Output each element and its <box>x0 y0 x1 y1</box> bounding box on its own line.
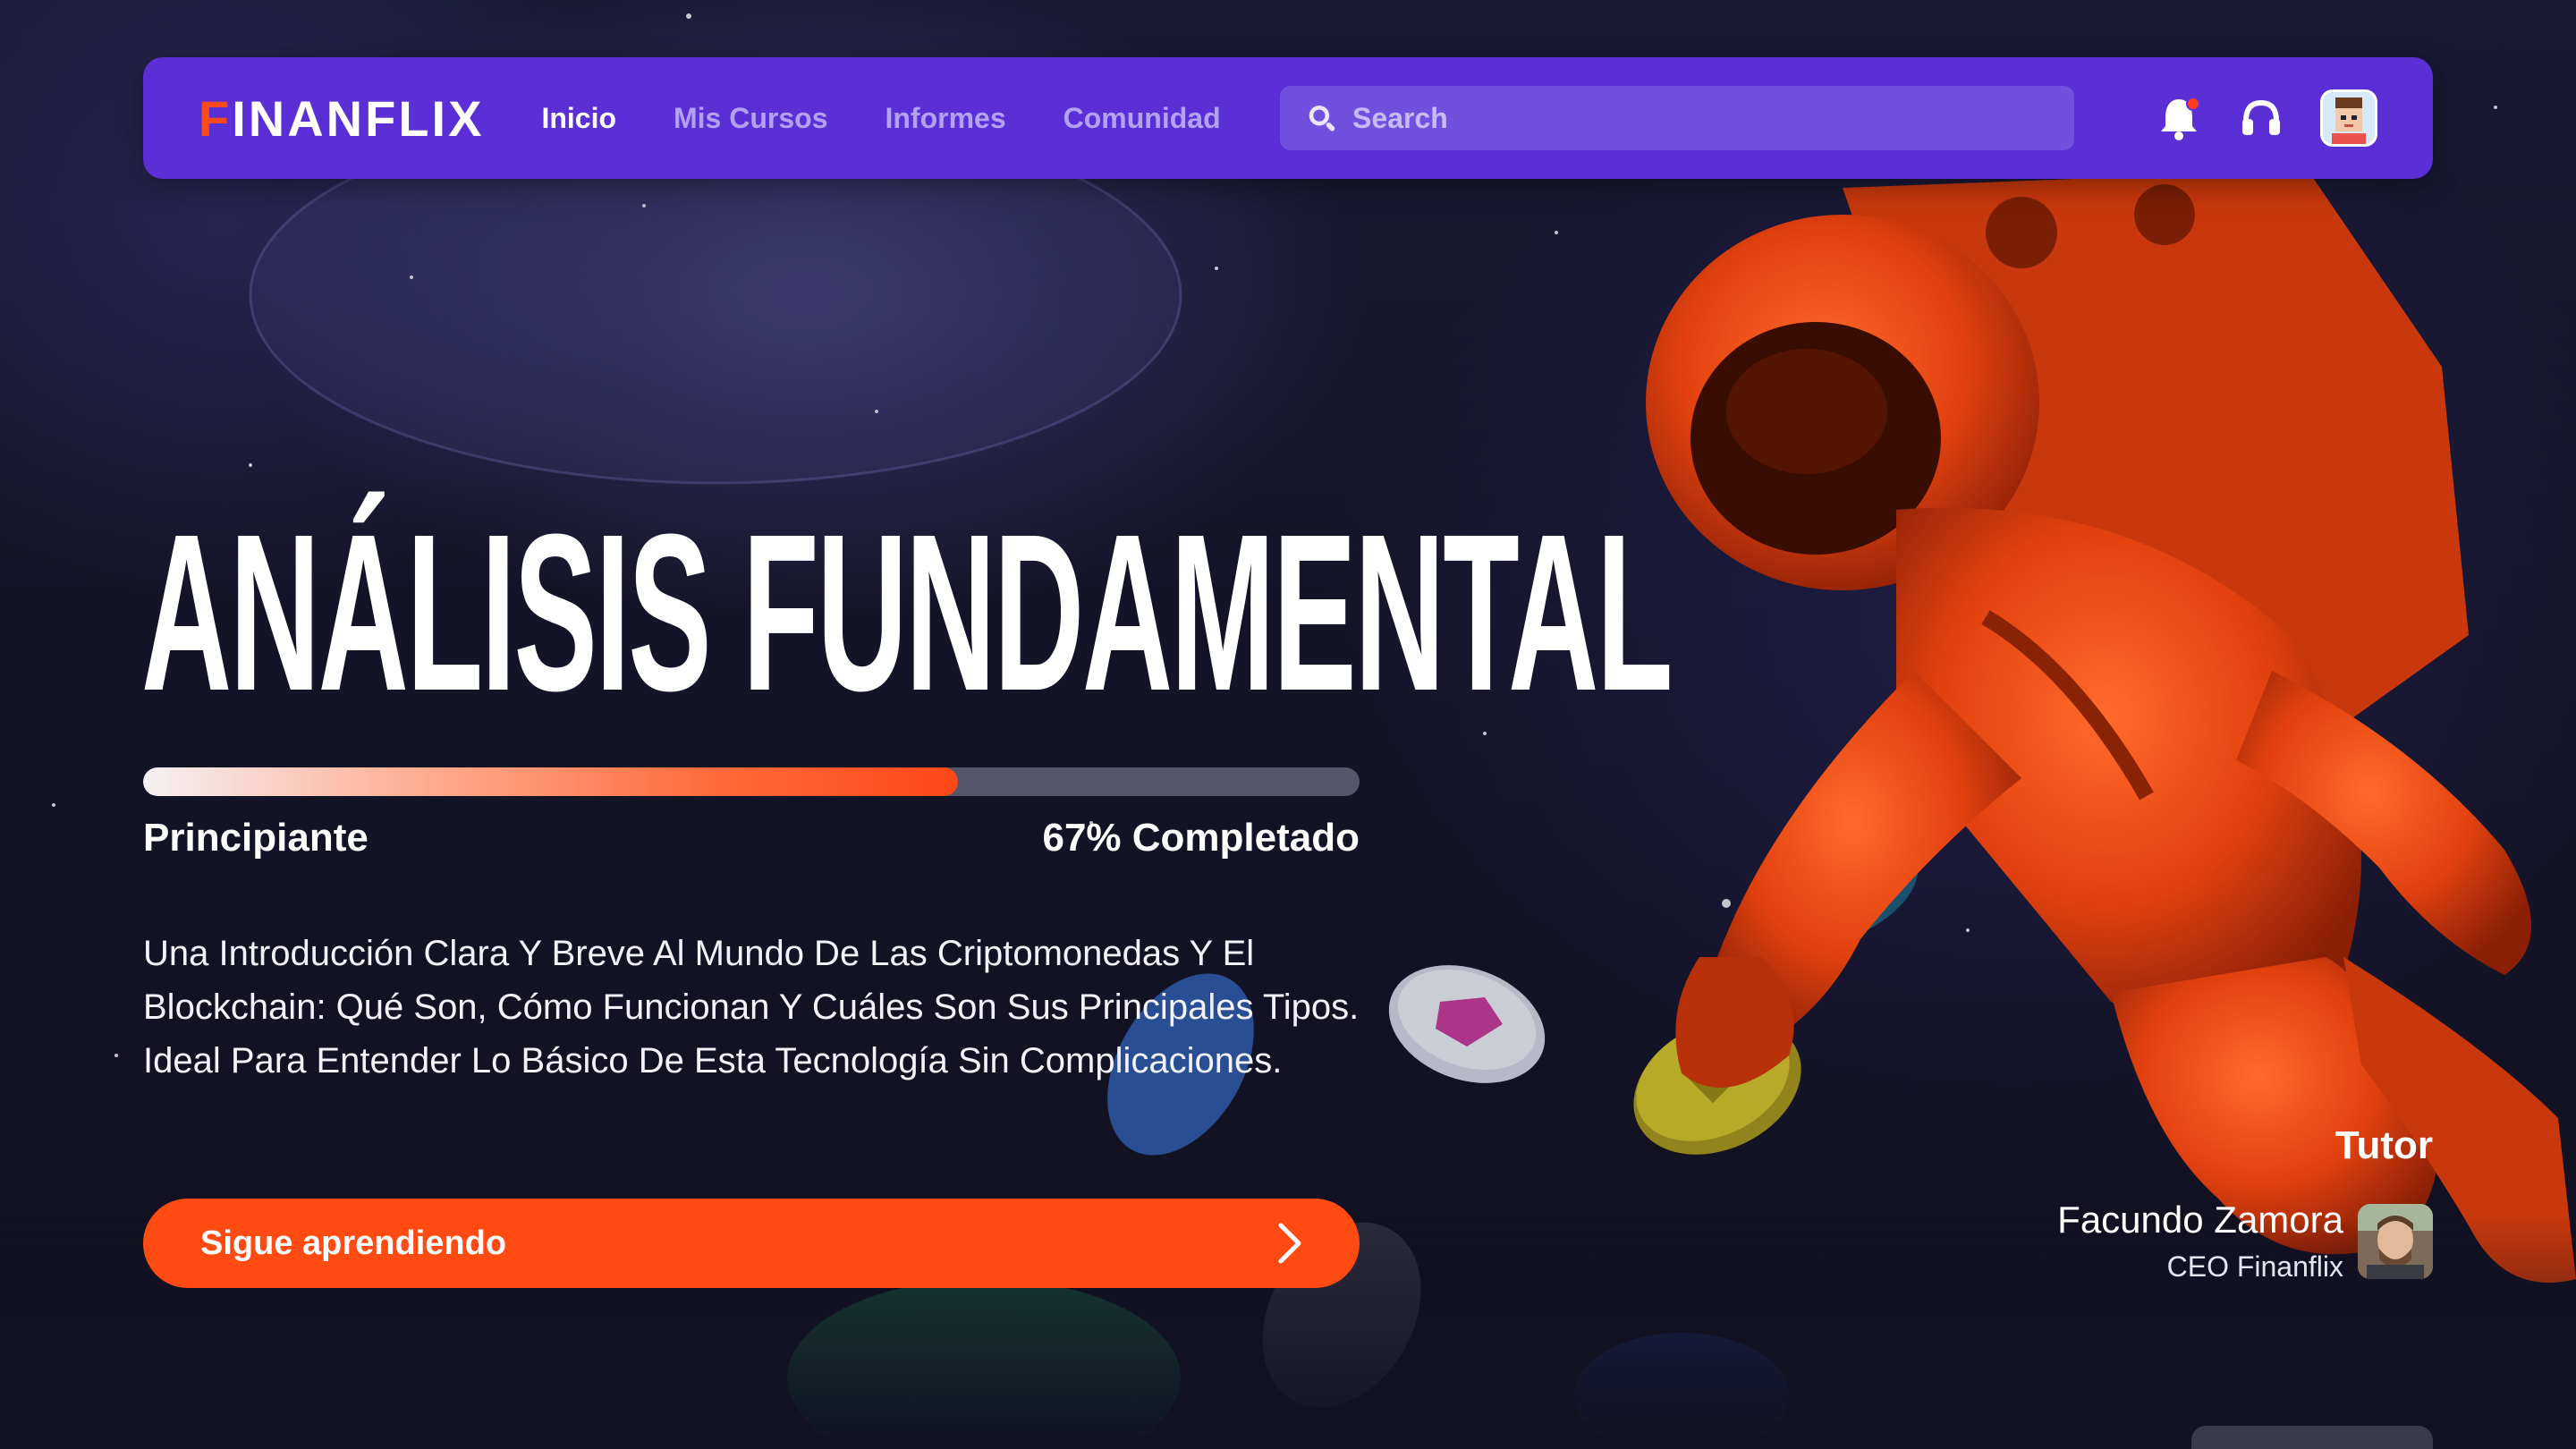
course-progress-label: 67% Completado <box>1042 816 1360 860</box>
nav-item-informes[interactable]: Informes <box>885 102 1005 135</box>
logo-f-letter: F <box>199 89 233 147</box>
chevron-right-icon <box>1278 1223 1301 1264</box>
nav-links: Inicio Mis Cursos Informes Comunidad <box>541 102 1220 135</box>
course-title: ANÁLISIS FUNDAMENTAL <box>141 487 1674 737</box>
tutor-photo <box>2358 1203 2433 1279</box>
search-icon <box>1309 105 1335 131</box>
search-input[interactable] <box>1352 101 2049 135</box>
nav-actions <box>2156 89 2377 147</box>
headset-icon <box>2242 99 2280 135</box>
course-progress-fill <box>143 767 959 796</box>
nav-item-mis-cursos[interactable]: Mis Cursos <box>674 102 827 135</box>
course-progress-bar <box>143 767 1360 796</box>
tutor-avatar <box>2358 1203 2433 1279</box>
tutor-card[interactable]: Facundo Zamora CEO Finanflix <box>2057 1199 2433 1284</box>
continue-learning-label: Sigue aprendiendo <box>200 1224 507 1262</box>
support-button[interactable] <box>2238 95 2284 141</box>
notification-dot <box>2186 97 2200 111</box>
continue-learning-button[interactable]: Sigue aprendiendo <box>143 1199 1360 1288</box>
nav-item-comunidad[interactable]: Comunidad <box>1063 102 1221 135</box>
top-navbar: F INANFLIX Inicio Mis Cursos Informes Com… <box>143 57 2433 179</box>
bottom-section-tab <box>2191 1426 2433 1449</box>
finanflix-logo[interactable]: F INANFLIX <box>199 89 484 148</box>
user-avatar[interactable] <box>2320 89 2377 147</box>
tutor-heading: Tutor <box>2334 1123 2433 1167</box>
course-level: Principiante <box>143 816 369 860</box>
page: F INANFLIX Inicio Mis Cursos Informes Com… <box>0 0 2576 1449</box>
course-description: Una Introducción Clara Y Breve Al Mundo … <box>143 934 1360 1080</box>
tutor-name: Facundo Zamora <box>2057 1199 2343 1241</box>
search-bar[interactable] <box>1279 86 2074 150</box>
nav-item-inicio[interactable]: Inicio <box>541 102 616 135</box>
logo-text: INANFLIX <box>232 89 485 147</box>
avatar-image <box>2323 92 2375 144</box>
notifications-button[interactable] <box>2156 95 2202 141</box>
tutor-role: CEO Finanflix <box>2166 1250 2343 1283</box>
tutor-info: Facundo Zamora CEO Finanflix <box>2057 1199 2343 1284</box>
